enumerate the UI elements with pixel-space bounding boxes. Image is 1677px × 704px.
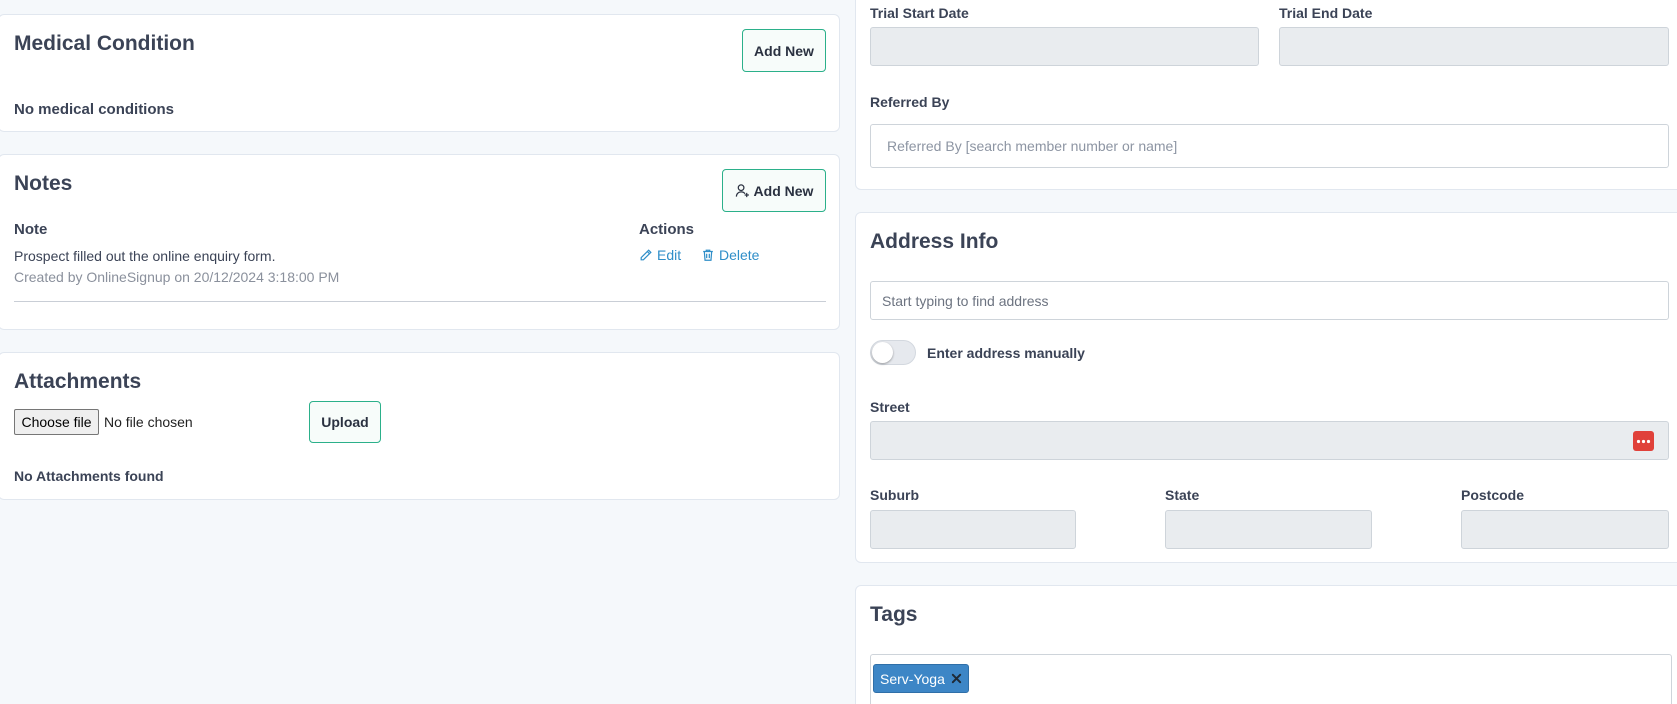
state-label: State: [1165, 487, 1200, 503]
medical-condition-card: Medical Condition Add New No medical con…: [0, 14, 840, 132]
address-info-title: Address Info: [870, 230, 999, 253]
suburb-input[interactable]: [870, 510, 1076, 549]
tag-chip: Serv-Yoga: [873, 664, 969, 693]
add-note-label: Add New: [753, 182, 814, 199]
edit-label: Edit: [657, 247, 682, 263]
add-note-button[interactable]: Add New: [722, 169, 826, 212]
referred-by-label: Referred By: [870, 94, 950, 110]
medical-condition-title: Medical Condition: [14, 32, 195, 55]
manual-address-label: Enter address manually: [927, 345, 1085, 361]
delete-label: Delete: [719, 247, 760, 263]
more-dots-icon[interactable]: [1633, 431, 1654, 451]
toggle-knob: [872, 342, 893, 363]
notes-title: Notes: [14, 172, 73, 195]
manual-address-toggle[interactable]: [870, 340, 916, 365]
upload-button[interactable]: Upload: [309, 401, 381, 443]
close-icon[interactable]: [951, 673, 962, 684]
state-input[interactable]: [1165, 510, 1372, 549]
attachments-title: Attachments: [14, 370, 142, 393]
trial-start-label: Trial Start Date: [870, 5, 969, 21]
address-search-placeholder: Start typing to find address: [882, 292, 1049, 309]
referred-by-placeholder: Referred By [search member number or nam…: [887, 138, 1178, 154]
notes-card: Notes Add New Note Actions Prospect fill…: [0, 154, 840, 330]
tags-input[interactable]: Serv-Yoga: [870, 654, 1672, 704]
notes-col-actions: Actions: [639, 221, 695, 238]
file-status-text: No file chosen: [104, 414, 193, 430]
membership-details-card: Trial Start Date Trial End Date Referred…: [855, 0, 1677, 190]
tag-label: Serv-Yoga: [880, 670, 945, 687]
tags-title: Tags: [870, 603, 918, 626]
note-meta: Created by OnlineSignup on 20/12/2024 3:…: [14, 269, 340, 285]
suburb-label: Suburb: [870, 487, 919, 503]
postcode-label: Postcode: [1461, 487, 1525, 503]
postcode-input[interactable]: [1461, 510, 1669, 549]
attachments-card: Attachments Choose file No file chosen U…: [0, 352, 840, 500]
tags-card: Tags Serv-Yoga: [855, 585, 1677, 704]
user-plus-icon: [735, 183, 750, 198]
address-info-card: Address Info Start typing to find addres…: [855, 212, 1677, 563]
trash-icon: [701, 248, 715, 262]
note-text: Prospect filled out the online enquiry f…: [14, 248, 276, 264]
street-input[interactable]: [870, 421, 1669, 460]
pencil-icon: [639, 248, 653, 262]
referred-by-input[interactable]: Referred By [search member number or nam…: [870, 124, 1669, 168]
delete-note-link[interactable]: Delete: [701, 247, 759, 263]
trial-start-input[interactable]: [870, 27, 1259, 66]
notes-divider: [14, 301, 826, 302]
address-search-input[interactable]: Start typing to find address: [870, 281, 1669, 320]
trial-end-input[interactable]: [1279, 27, 1669, 66]
add-medical-condition-button[interactable]: Add New: [742, 29, 826, 72]
street-label: Street: [870, 399, 910, 415]
medical-empty-text: No medical conditions: [14, 101, 175, 118]
trial-end-label: Trial End Date: [1279, 5, 1373, 21]
edit-note-link[interactable]: Edit: [639, 247, 681, 263]
notes-col-note: Note: [14, 221, 48, 238]
attachments-empty-text: No Attachments found: [14, 468, 164, 484]
choose-file-button[interactable]: Choose file: [14, 409, 99, 435]
